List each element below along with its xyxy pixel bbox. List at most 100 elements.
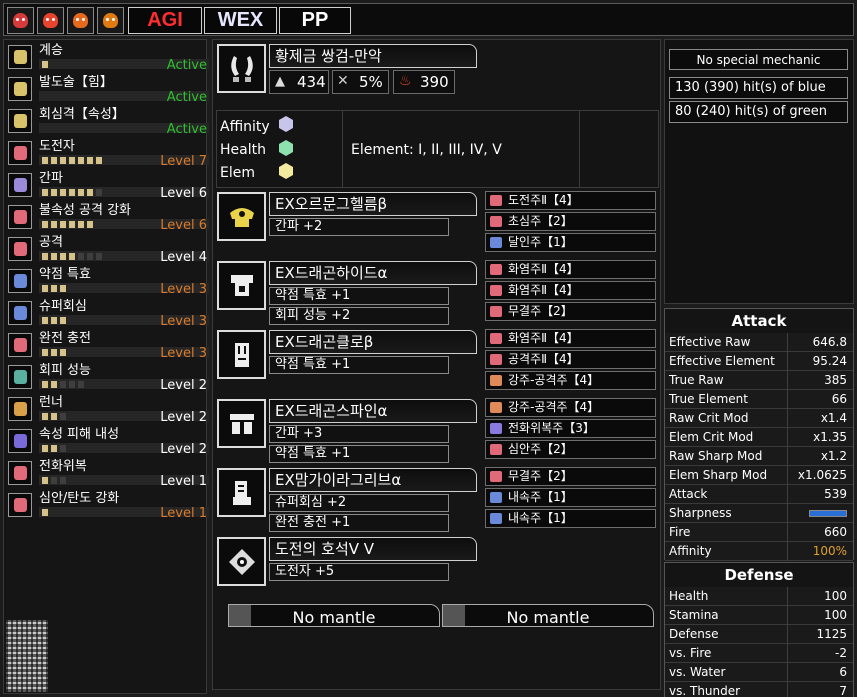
monster-icon-3[interactable] [67,7,94,34]
decoration-gem-icon [490,333,502,344]
decoration-name: 초심주【2】 [508,214,573,228]
armor-skill: 도전자 +5 [269,563,449,581]
mantle-slot-1[interactable]: No mantle [228,604,440,627]
armor-name[interactable]: EX드래곤클로β [269,330,477,354]
skill-name: 계승 [39,43,63,58]
decoration-slot[interactable]: 강주-공격주【4】 [485,371,656,390]
skill-row[interactable]: 회심격【속성】 Active [7,106,209,136]
decoration-slot[interactable]: 심안주【2】 [485,440,656,459]
skill-level-pip [96,189,102,196]
decoration-slot[interactable]: 내속주【1】 [485,488,656,507]
skill-gem-icon [8,461,32,485]
weapon-affinity-box: ✕ 5% [332,70,389,94]
dual-blades-icon [217,44,266,93]
skill-row[interactable]: 계승 Active [7,42,209,72]
set-button-wex[interactable]: WEX [204,7,277,34]
armor-name[interactable]: EX드래곤스파인α [269,399,477,423]
hits-blue: 130 (390) hit(s) of blue [669,77,848,99]
skill-level: Active [166,90,207,105]
skill-name: 발도술【힘】 [39,75,113,90]
skill-list: 계승 Active 발도술【힘】 Active 회심격【속성】 Active 도전자 Leve… [3,39,209,694]
skill-row[interactable]: 공격 Level 4 [7,234,209,264]
stat-label: Fire [669,525,691,539]
skill-level-pip [60,157,66,164]
decoration-slot[interactable]: 달인주【1】 [485,233,656,252]
skill-level-pip [60,317,66,324]
decoration-gem-icon [490,354,502,365]
decoration-slot[interactable]: 강주-공격주【4】 [485,398,656,417]
skill-row[interactable]: 회피 성능 Level 2 [7,362,209,392]
skill-row[interactable]: 전화위복 Level 1 [7,458,209,488]
skill-level-pip [51,317,57,324]
skill-row[interactable]: 간파 Level 6 [7,170,209,200]
skill-level-pip [87,253,93,260]
skill-level-pip [42,221,48,228]
stat-value: 7 [839,684,847,697]
skill-gem-icon [8,333,32,357]
skill-level: Active [166,122,207,137]
skill-level-pip [60,253,66,260]
skill-level: Level 3 [160,314,207,329]
decoration-slot[interactable]: 무결주【2】 [485,467,656,486]
skill-level-pip [42,381,48,388]
monster-icon-2[interactable] [37,7,64,34]
skill-row[interactable]: 슈퍼회심 Level 3 [7,298,209,328]
element-rampage: Element: I, II, III, IV, V [351,142,502,158]
skill-level-pip [51,477,57,484]
weapon-attack: 434 [297,73,326,91]
skill-level-pip [69,253,75,260]
armor-name[interactable]: EX오르문그헬름β [269,192,477,216]
skill-gem-icon [8,429,32,453]
decoration-slot[interactable]: 전화위복주【3】 [485,419,656,438]
skill-row[interactable]: 약점 특효 Level 3 [7,266,209,296]
mantle-slot-2[interactable]: No mantle [442,604,654,627]
stat-value: x1.35 [813,430,847,444]
weapon-name[interactable]: 황제금 쌍검-만악 [269,44,477,68]
decoration-slot[interactable]: 화염주Ⅱ【4】 [485,329,656,348]
decoration-gem-icon [490,402,502,413]
stat-row: Affinity 100% [665,542,853,561]
set-button-agi[interactable]: AGI [128,7,202,34]
skill-gem-icon [8,109,32,133]
armor-name[interactable]: EX맘가이라그리브α [269,468,477,492]
skill-gem-icon [8,205,32,229]
decoration-slot[interactable]: 내속주【1】 [485,509,656,528]
decoration-slot[interactable]: 공격주Ⅱ【4】 [485,350,656,369]
skill-level: Level 6 [160,186,207,201]
skill-row[interactable]: 속성 피해 내성 Level 2 [7,426,209,456]
decoration-slot[interactable]: 초심주【2】 [485,212,656,231]
monster-icon-1[interactable] [7,7,34,34]
stat-label: Effective Raw [669,335,751,349]
skill-level-pip [69,381,75,388]
stat-label: Elem Sharp Mod [669,468,768,482]
skill-row[interactable]: 런너 Level 2 [7,394,209,424]
stat-value: 100 [824,608,847,622]
set-button-pp[interactable]: PP [279,7,351,34]
skill-level-pip [69,221,75,228]
decoration-name: 화염주Ⅱ【4】 [508,331,579,345]
stat-label: Sharpness [669,506,732,520]
decoration-slot[interactable]: 무결주【2】 [485,302,656,321]
skill-row[interactable]: 완전 충전 Level 3 [7,330,209,360]
decoration-slot[interactable]: 도전주Ⅱ【4】 [485,191,656,210]
decoration-slot[interactable]: 화염주Ⅱ【4】 [485,281,656,300]
armor-name[interactable]: 도전의 호석Ⅴ Ⅴ [269,537,477,561]
stat-row: True Element 66 [665,390,853,409]
skill-level-pip [42,189,48,196]
mechanic-panel: No special mechanic 130 (390) hit(s) of … [664,39,854,304]
armor-name[interactable]: EX드래곤하이드α [269,261,477,285]
skill-level-pip [51,413,57,420]
stat-label: Elem Crit Mod [669,430,754,444]
skill-level: Level 2 [160,410,207,425]
skill-row[interactable]: 불속성 공격 강화 Level 6 [7,202,209,232]
skill-level: Level 1 [160,474,207,489]
skill-row[interactable]: 심안/탄도 강화 Level 1 [7,490,209,520]
skill-gem-icon [8,269,32,293]
attack-title: Attack [665,309,853,333]
skill-row[interactable]: 도전자 Level 7 [7,138,209,168]
skill-row[interactable]: 발도술【힘】 Active [7,74,209,104]
stat-value: 95.24 [812,354,847,368]
monster-icon-4[interactable] [97,7,124,34]
decoration-slot[interactable]: 화염주Ⅱ【4】 [485,260,656,279]
stat-value: 660 [824,525,847,539]
